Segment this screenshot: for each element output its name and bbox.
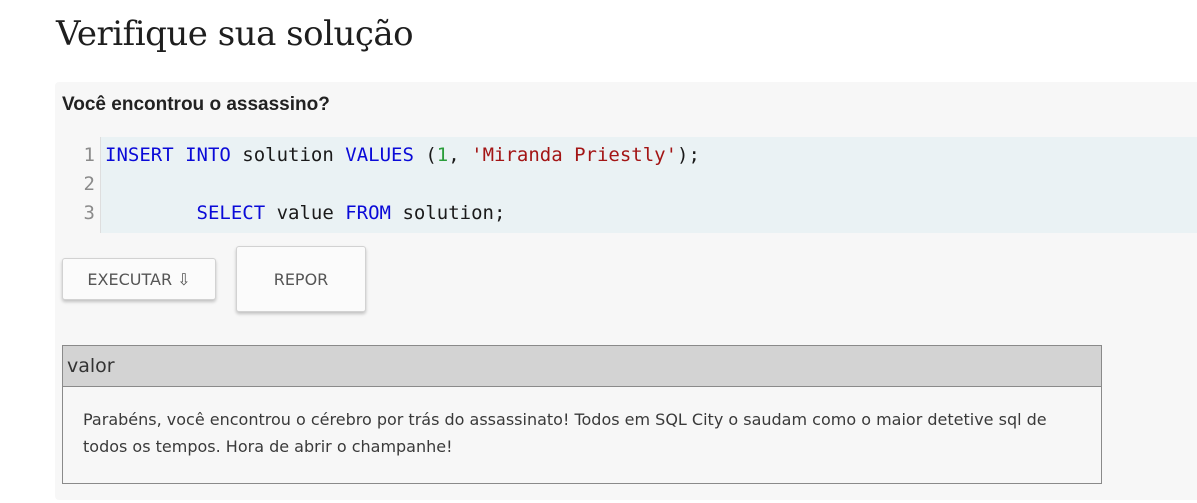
code-token: ( — [413, 144, 437, 166]
code-token: FROM — [345, 202, 391, 224]
code-token: value — [265, 202, 346, 224]
line-number: 3 — [83, 202, 95, 224]
code-token: INTO — [185, 144, 231, 166]
line-number: 2 — [83, 173, 95, 195]
code-token: INSERT — [105, 144, 174, 166]
result-column-header: valor — [63, 346, 1101, 387]
panel-heading: Você encontrou o assassino? — [62, 94, 330, 115]
code-text[interactable]: SELECT value FROM solution; — [105, 199, 506, 228]
code-token: SELECT — [196, 202, 266, 224]
code-token: VALUES — [345, 144, 414, 166]
solution-panel: Você encontrou o assassino? 1 INSERT INTO… — [55, 82, 1197, 500]
code-token: , — [448, 144, 472, 166]
code-token: solution — [230, 144, 346, 166]
code-token: ); — [677, 144, 700, 166]
result-cell: Parabéns, você encontrou o cérebro por t… — [83, 410, 1047, 456]
run-button[interactable]: EXECUTAR ⇩ — [62, 258, 216, 300]
reset-button[interactable]: REPOR — [236, 246, 366, 312]
code-token: solution; — [391, 202, 506, 224]
page-title: Verifique sua solução — [56, 14, 414, 54]
code-token: 'Miranda Priestly' — [471, 144, 678, 166]
sql-editor[interactable]: 1 INSERT INTO solution VALUES (1, 'Mirand… — [62, 137, 1197, 233]
code-token: 1 — [436, 144, 449, 166]
line-number: 1 — [83, 144, 95, 166]
result-table: valor Parabéns, você encontrou o cérebro… — [62, 345, 1102, 484]
code-text[interactable]: INSERT INTO solution VALUES (1, 'Miranda… — [105, 141, 700, 170]
